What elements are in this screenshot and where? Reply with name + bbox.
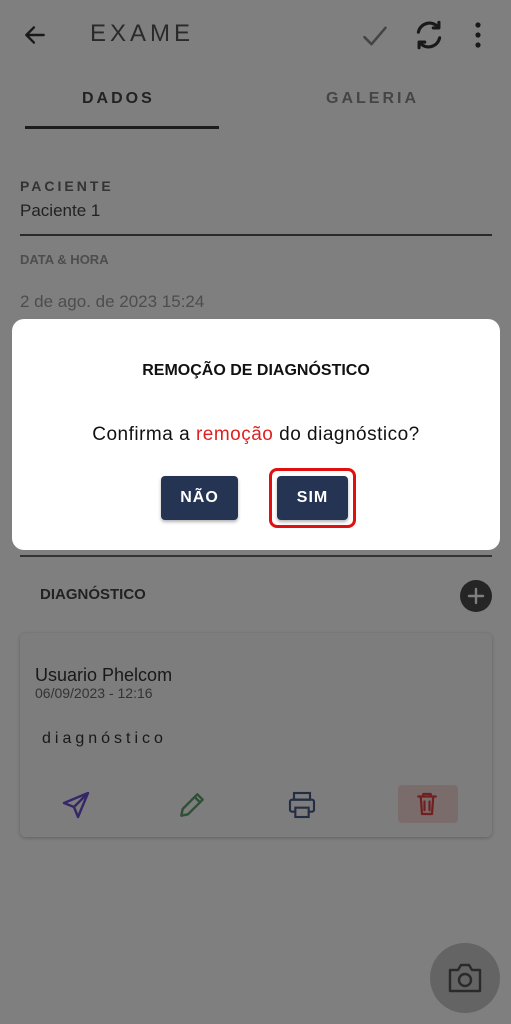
no-button[interactable]: NÃO bbox=[161, 476, 238, 520]
dialog-message-start: Confirma a bbox=[92, 424, 196, 445]
dialog-message-highlight: remoção bbox=[195, 424, 274, 445]
dialog-title: REMOÇÃO DE DIAGNÓSTICO bbox=[142, 362, 370, 379]
confirm-removal-dialog: REMOÇÃO DE DIAGNÓSTICO Confirma a remoçã… bbox=[12, 319, 500, 550]
dialog-message-end: do diagnóstico? bbox=[273, 424, 420, 445]
yes-button[interactable]: SIM bbox=[277, 476, 348, 520]
dialog-message: Confirma a remoção do diagnóstico? bbox=[12, 424, 500, 446]
